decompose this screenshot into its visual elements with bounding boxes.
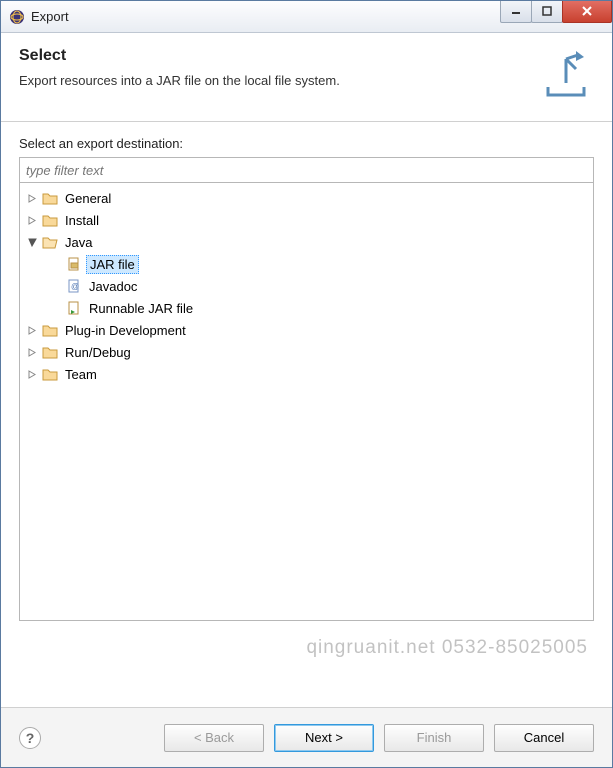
expand-arrow-icon[interactable] xyxy=(26,324,38,336)
banner-title: Select xyxy=(19,47,528,65)
tree-item-label: General xyxy=(62,190,114,207)
titlebar: Export xyxy=(1,1,612,33)
svg-text:@: @ xyxy=(71,282,79,291)
folder-open-icon xyxy=(42,234,58,250)
tree-item-label: Runnable JAR file xyxy=(86,300,196,317)
finish-button[interactable]: Finish xyxy=(384,724,484,752)
expand-arrow-icon[interactable] xyxy=(26,368,38,380)
folder-icon xyxy=(42,212,58,228)
jar-file-icon xyxy=(66,256,82,272)
tree-item-label: Plug-in Development xyxy=(62,322,189,339)
window-buttons xyxy=(501,1,612,23)
banner-description: Export resources into a JAR file on the … xyxy=(19,73,528,88)
tree-item-label: Install xyxy=(62,212,102,229)
destination-label: Select an export destination: xyxy=(19,136,594,151)
tree-viewer[interactable]: General Install Java xyxy=(19,183,594,621)
window-title: Export xyxy=(31,9,501,24)
folder-icon xyxy=(42,322,58,338)
tree-item-run-debug[interactable]: Run/Debug xyxy=(22,341,591,363)
maximize-button[interactable] xyxy=(531,1,563,23)
folder-icon xyxy=(42,366,58,382)
tree-item-label: Javadoc xyxy=(86,278,140,295)
expand-arrow-icon[interactable] xyxy=(26,346,38,358)
help-button[interactable]: ? xyxy=(19,727,41,749)
tree-item-java[interactable]: Java xyxy=(22,231,591,253)
expand-arrow-icon[interactable] xyxy=(26,192,38,204)
collapse-arrow-icon[interactable] xyxy=(26,236,38,248)
wizard-banner: Select Export resources into a JAR file … xyxy=(1,33,612,122)
tree-item-plugin-development[interactable]: Plug-in Development xyxy=(22,319,591,341)
folder-icon xyxy=(42,344,58,360)
eclipse-icon xyxy=(9,9,25,25)
expand-arrow-icon[interactable] xyxy=(26,214,38,226)
tree-item-label: Team xyxy=(62,366,100,383)
tree-item-label: Run/Debug xyxy=(62,344,134,361)
runnable-jar-icon xyxy=(66,300,82,316)
content-area: Select an export destination: General In… xyxy=(1,122,612,621)
tree-item-runnable-jar[interactable]: Runnable JAR file xyxy=(22,297,591,319)
tree-item-javadoc[interactable]: @ Javadoc xyxy=(22,275,591,297)
back-button[interactable]: < Back xyxy=(164,724,264,752)
minimize-button[interactable] xyxy=(500,1,532,23)
tree-item-install[interactable]: Install xyxy=(22,209,591,231)
watermark-text: qingruanit.net 0532-85025005 xyxy=(306,637,588,659)
tree-item-jar-file[interactable]: JAR file xyxy=(22,253,591,275)
button-bar: ? < Back Next > Finish Cancel xyxy=(1,707,612,767)
export-icon xyxy=(538,47,594,103)
tree-item-general[interactable]: General xyxy=(22,187,591,209)
tree-item-label: Java xyxy=(62,234,95,251)
close-button[interactable] xyxy=(562,1,612,23)
javadoc-icon: @ xyxy=(66,278,82,294)
cancel-button[interactable]: Cancel xyxy=(494,724,594,752)
folder-icon xyxy=(42,190,58,206)
tree-item-label: JAR file xyxy=(86,255,139,274)
next-button[interactable]: Next > xyxy=(274,724,374,752)
tree-item-team[interactable]: Team xyxy=(22,363,591,385)
filter-input[interactable] xyxy=(19,157,594,183)
